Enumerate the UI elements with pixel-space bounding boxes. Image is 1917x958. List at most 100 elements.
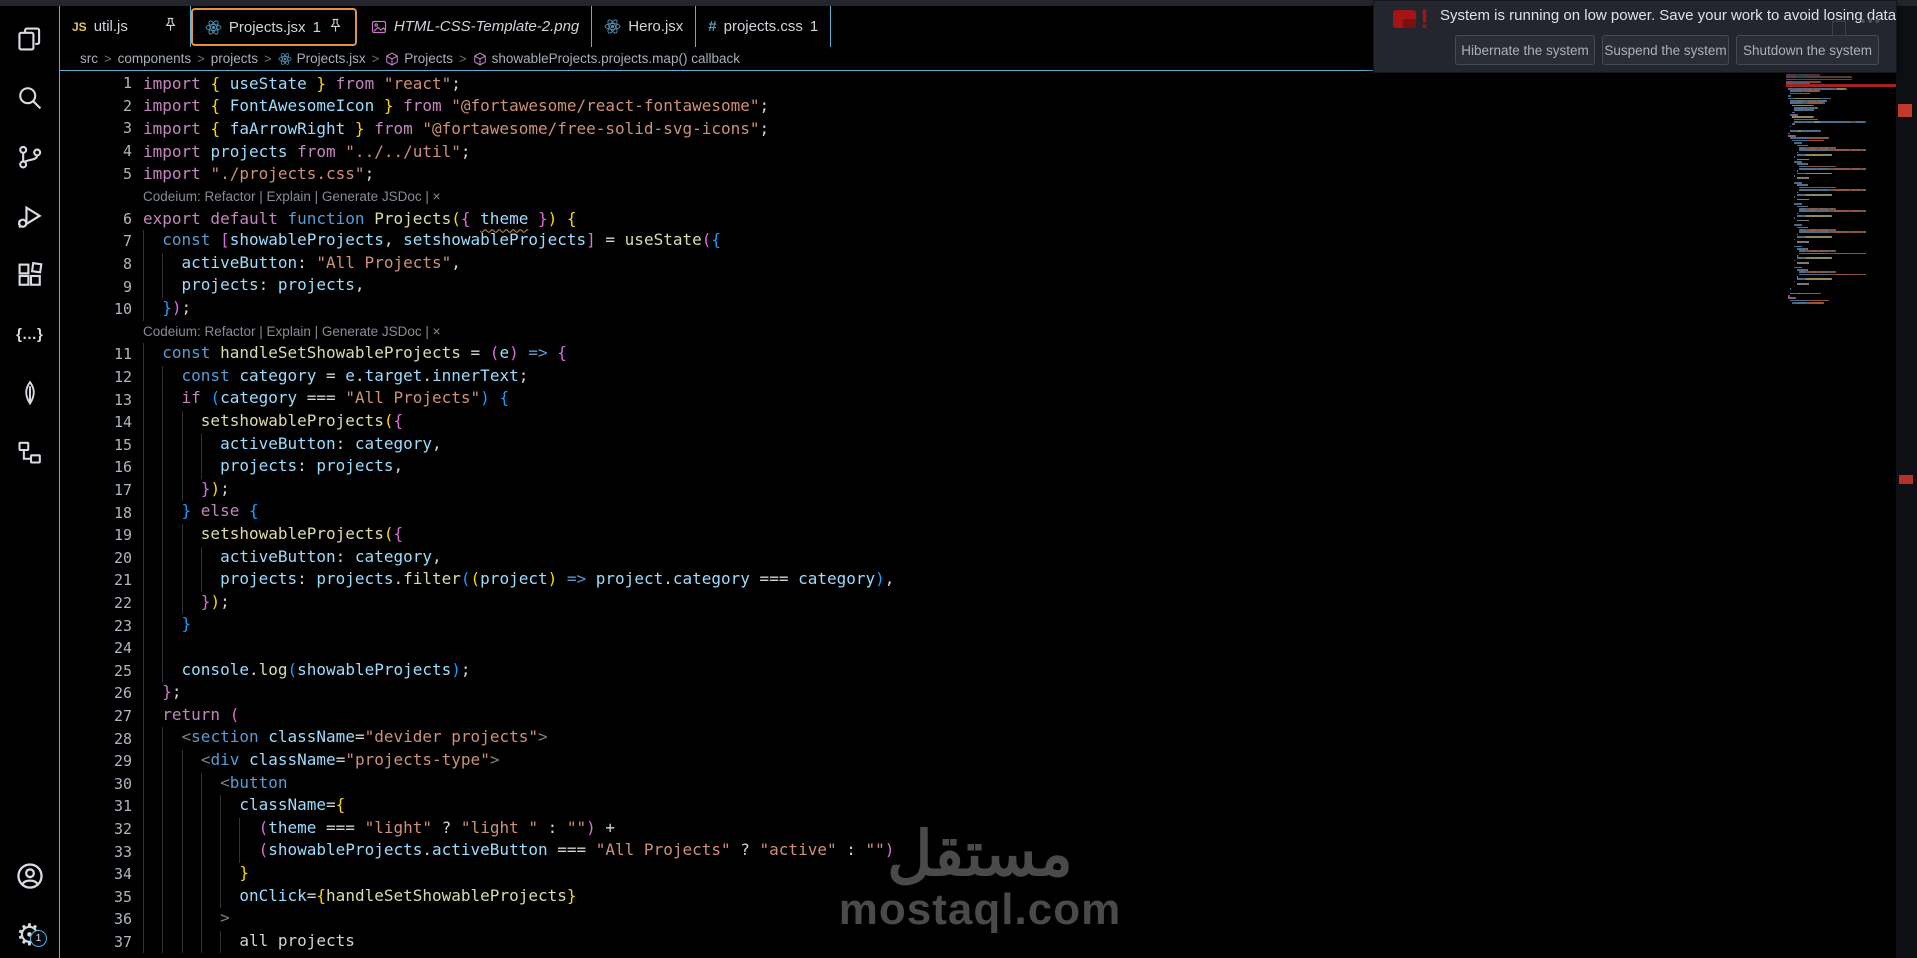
code-line[interactable]: 23} [60, 614, 1786, 637]
breadcrumb-item-projects[interactable]: projects [211, 51, 258, 66]
code-text: projects: projects, [143, 275, 365, 298]
code-line[interactable]: 18} else { [60, 501, 1786, 524]
code-text: setshowableProjects({ [143, 411, 403, 434]
code-line[interactable]: 17}); [60, 478, 1786, 502]
code-line[interactable]: 33 (showableProjects.activeButton === "Al… [60, 840, 1786, 863]
code-line[interactable]: 4 import projects from "../../util"; [60, 140, 1786, 163]
code-line[interactable]: 22}); [60, 591, 1786, 615]
breadcrumb-item-map-callback[interactable]: showableProjects.projects.map() callback [473, 51, 740, 66]
line-number: 23 [113, 616, 132, 635]
code-text: } else { [143, 501, 259, 524]
line-number: 34 [113, 865, 132, 884]
code-text: <button [143, 772, 288, 796]
code-line[interactable]: 37 all projects [60, 930, 1786, 954]
line-number: 26 [113, 684, 132, 703]
code-line[interactable]: 29 <div className="projects-type"> [60, 750, 1786, 773]
code-text: > [143, 908, 230, 931]
line-number: 29 [113, 752, 132, 771]
settings-gear-icon[interactable]: ⚙ 1 [0, 912, 59, 958]
code-line[interactable]: 3 import { faArrowRight } from "@fortawes… [60, 117, 1786, 140]
hibernate-button[interactable]: Hibernate the system [1455, 35, 1595, 65]
tab-util-js[interactable]: JS util.js [60, 6, 191, 47]
code-editor[interactable]: 1 import { useState } from "react"; 2 impor… [60, 72, 1786, 958]
breadcrumb-item-projects-jsx[interactable]: Projects.jsx [278, 51, 366, 66]
line-number: 25 [113, 661, 132, 680]
code-line[interactable]: 20 activeButton: category, [60, 546, 1786, 570]
code-line[interactable]: 14 setshowableProjects({ [60, 411, 1786, 434]
line-number: 10 [113, 300, 132, 319]
overview-error-marker [1899, 475, 1913, 484]
code-line[interactable]: 26}; [60, 682, 1786, 705]
account-icon[interactable] [0, 852, 59, 900]
more-actions-icon[interactable]: ••• [1860, 13, 1882, 30]
line-number: 28 [113, 729, 132, 748]
code-line[interactable]: 7 const [showableProjects, setshowablePro… [60, 230, 1786, 253]
breadcrumb-item-symbol-projects[interactable]: Projects [385, 51, 453, 66]
suspend-button[interactable]: Suspend the system [1602, 35, 1729, 65]
code-line[interactable]: 9 projects: projects, [60, 275, 1786, 298]
tab-projects-css[interactable]: # projects.css 1 [696, 6, 832, 47]
codeium-codelens[interactable]: Codeium: Refactor | Explain | Generate J… [143, 321, 441, 344]
tab-projects-jsx[interactable]: Projects.jsx 1 [190, 8, 357, 46]
code-line[interactable]: 11 const handleSetShowableProjects = (e) … [60, 343, 1786, 366]
code-text: (theme === "light" ? "light " : "") + [143, 817, 615, 841]
breadcrumb-item-src[interactable]: src [80, 51, 98, 66]
code-text: className={ [143, 795, 345, 818]
tab-html-css-template-png[interactable]: HTML-CSS-Template-2.png [359, 6, 593, 47]
code-line[interactable]: 19 setshowableProjects({ [60, 524, 1786, 547]
minimap[interactable] [1786, 63, 1896, 923]
source-control-icon[interactable] [0, 133, 59, 181]
code-line[interactable]: 10}); [60, 298, 1786, 321]
explorer-icon[interactable] [0, 15, 59, 63]
code-line[interactable]: 5 import "./projects.css"; [60, 162, 1786, 185]
code-line[interactable]: 35 onClick={handleSetShowableProjects} [60, 885, 1786, 909]
shutdown-button[interactable]: Shutdown the system [1736, 35, 1879, 65]
code-line[interactable]: 13 if (category === "All Projects") { [60, 388, 1786, 411]
pin-icon[interactable] [163, 17, 178, 36]
code-line[interactable]: 36 > [60, 908, 1786, 931]
line-number: 20 [113, 548, 132, 567]
tab-hero-jsx[interactable]: Hero.jsx [592, 6, 697, 47]
breadcrumb-separator: > [264, 51, 272, 66]
overview-error-marker [1898, 104, 1912, 117]
line-number: 4 [122, 142, 132, 161]
code-line[interactable]: 21 projects: projects.filter((project) =>… [60, 569, 1786, 592]
pin-icon[interactable] [328, 18, 343, 37]
codeium-codelens[interactable]: Codeium: Refactor | Explain | Generate J… [143, 185, 441, 208]
code-line[interactable]: 28 <section className="devider projects"> [60, 727, 1786, 750]
code-line[interactable]: 15 activeButton: category, [60, 433, 1786, 457]
extensions-icon[interactable] [0, 251, 59, 299]
line-number: 22 [113, 594, 132, 613]
line-number: 12 [113, 368, 132, 387]
code-line[interactable]: 32 (theme === "light" ? "light " : "") + [60, 817, 1786, 841]
code-text: onClick={handleSetShowableProjects} [143, 885, 577, 909]
code-line[interactable]: 16 projects: projects, [60, 456, 1786, 479]
code-line[interactable]: 2 import { FontAwesomeIcon } from "@forta… [60, 95, 1786, 118]
tab-label: Projects.jsx [228, 18, 306, 36]
search-icon[interactable] [0, 74, 59, 122]
code-line[interactable]: 24 [60, 637, 1786, 660]
run-debug-icon[interactable] [0, 192, 59, 240]
code-line[interactable]: 1 import { useState } from "react"; [60, 72, 1786, 95]
line-number: 11 [113, 345, 132, 364]
breadcrumb-item-components[interactable]: components [118, 51, 192, 66]
code-line[interactable]: 12 const category = e.target.innerText; [60, 365, 1786, 389]
code-line[interactable]: 25 console.log(showableProjects); [60, 659, 1786, 683]
mongodb-icon[interactable] [0, 369, 59, 417]
code-text: import projects from "../../util"; [143, 141, 471, 161]
code-line[interactable]: 30 <button [60, 772, 1786, 796]
braces-extension-icon[interactable]: {…} [0, 310, 59, 358]
code-line[interactable]: 31 className={ [60, 795, 1786, 818]
vscode-window: {…} ⚙ 1 JS util.js Projects.jsx [0, 0, 1917, 958]
code-line[interactable]: 8 activeButton: "All Projects", [60, 252, 1786, 276]
code-line[interactable]: 34} [60, 863, 1786, 886]
code-line[interactable]: 27 return ( [60, 704, 1786, 728]
code-text: setshowableProjects({ [143, 524, 403, 547]
flow-extension-icon[interactable] [0, 428, 59, 476]
code-text: activeButton: category, [143, 433, 442, 457]
tab-label: util.js [93, 18, 128, 35]
line-number: 31 [113, 797, 132, 816]
code-text: }); [143, 298, 191, 321]
image-file-icon [371, 20, 387, 33]
code-line[interactable]: 6 export default function Projects({ them… [60, 208, 1786, 231]
